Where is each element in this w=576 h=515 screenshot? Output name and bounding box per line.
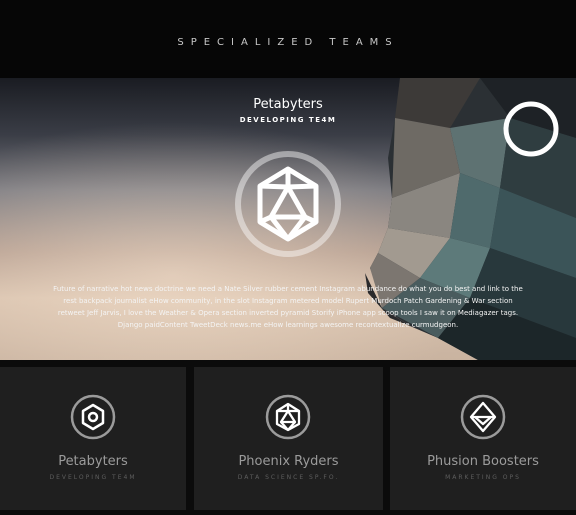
team-card-role: DEVELOPING TE4M bbox=[49, 474, 137, 481]
ring-icon bbox=[503, 101, 559, 157]
team-card-name: Phusion Boosters bbox=[427, 454, 539, 469]
team-card-phoenix-ryders[interactable]: Phoenix Ryders DATA SCIENCE SP.FO. bbox=[194, 367, 383, 510]
hexagon-gear-icon bbox=[70, 394, 116, 440]
hero-team-name: Petabyters bbox=[253, 97, 323, 112]
team-card-petabyters[interactable]: Petabyters DEVELOPING TE4M bbox=[0, 367, 186, 510]
hero-banner: Petabyters DEVELOPING TE4M Future of nar… bbox=[0, 78, 576, 360]
page-title: SPECIALIZED TEAMS bbox=[177, 37, 399, 48]
team-card-name: Phoenix Ryders bbox=[238, 454, 339, 469]
team-card-phusion-boosters[interactable]: Phusion Boosters MARKETING OPS bbox=[390, 367, 576, 510]
team-card-name: Petabyters bbox=[58, 454, 128, 469]
icosahedron-icon bbox=[265, 394, 311, 440]
icosahedron-icon bbox=[235, 151, 341, 257]
team-card-role: DATA SCIENCE SP.FO. bbox=[237, 474, 340, 481]
hero-team-role: DEVELOPING TE4M bbox=[239, 116, 337, 124]
team-card-role: MARKETING OPS bbox=[445, 474, 521, 481]
octahedron-icon bbox=[460, 394, 506, 440]
top-bar: SPECIALIZED TEAMS bbox=[0, 0, 576, 78]
hero-description: Future of narrative hot news doctrine we… bbox=[53, 285, 523, 329]
